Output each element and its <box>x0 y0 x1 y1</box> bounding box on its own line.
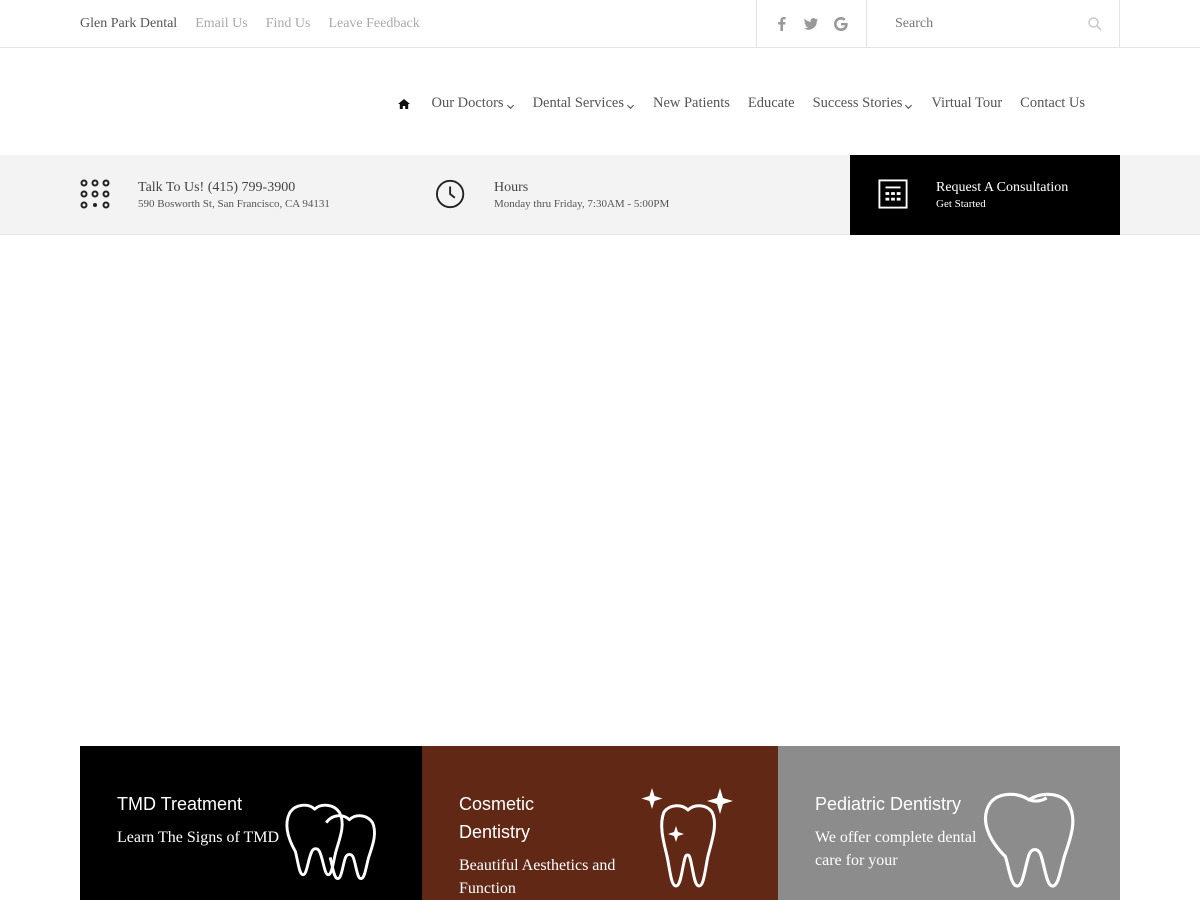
consult-title: Request A Consultation <box>936 180 1069 195</box>
brand-name[interactable]: Glen Park Dental <box>80 16 177 32</box>
facebook-icon[interactable] <box>772 14 792 34</box>
tooth-icon <box>976 790 1082 895</box>
main-navigation: Our Doctors Dental Services New Patients… <box>0 48 1200 155</box>
chevron-down-icon <box>626 99 635 110</box>
hours-title: Hours <box>494 180 529 195</box>
dialpad-icon <box>80 178 114 212</box>
leave-feedback-link[interactable]: Leave Feedback <box>328 16 419 32</box>
nav-item-our-doctors[interactable]: Our Doctors <box>431 95 514 112</box>
social-links <box>756 0 866 47</box>
card-description: Learn The Signs of TMD <box>117 829 280 846</box>
home-icon[interactable] <box>397 97 411 111</box>
consult-subtitle: Get Started <box>936 198 986 210</box>
find-us-link[interactable]: Find Us <box>266 16 311 32</box>
search-icon[interactable] <box>1087 16 1103 32</box>
nav-item-educate[interactable]: Educate <box>748 95 795 112</box>
service-card-pediatric[interactable]: Pediatric Dentistry We offer complete de… <box>778 746 1120 900</box>
nav-item-virtual-tour[interactable]: Virtual Tour <box>931 95 1002 112</box>
nav-item-label: Success Stories <box>812 95 903 111</box>
google-icon[interactable] <box>831 14 851 34</box>
hours-info: Hours Monday thru Friday, 7:30AM - 5:00P… <box>436 155 669 235</box>
clock-icon <box>436 178 470 212</box>
phone-info[interactable]: Talk To Us! (415) 799-3900 590 Bosworth … <box>80 155 330 235</box>
service-card-cosmetic[interactable]: Cosmetic Dentistry Beautiful Aesthetics … <box>422 746 778 900</box>
card-title: Cosmetic Dentistry <box>459 794 535 842</box>
chevron-down-icon <box>506 99 515 110</box>
service-card-tmd[interactable]: TMD Treatment Learn The Signs of TMD <box>80 746 422 900</box>
card-title: Pediatric Dentistry <box>815 794 962 814</box>
hours-detail: Monday thru Friday, 7:30AM - 5:00PM <box>494 198 670 210</box>
search-input[interactable] <box>895 15 1075 32</box>
top-links: Glen Park Dental Email Us Find Us Leave … <box>80 0 420 47</box>
hours-text: Hours Monday thru Friday, 7:30AM - 5:00P… <box>494 179 669 211</box>
email-us-link[interactable]: Email Us <box>195 16 248 32</box>
nav-item-label: Virtual Tour <box>931 95 1003 111</box>
card-title: TMD Treatment <box>117 794 243 814</box>
nav-item-home[interactable] <box>397 97 413 111</box>
nav-item-new-patients[interactable]: New Patients <box>653 95 730 112</box>
nav-item-contact-us[interactable]: Contact Us <box>1020 95 1085 112</box>
search-box <box>866 0 1120 47</box>
nav-item-label: Educate <box>747 95 795 111</box>
nav-item-success-stories[interactable]: Success Stories <box>813 95 914 112</box>
top-bar: Glen Park Dental Email Us Find Us Leave … <box>0 0 1200 48</box>
card-description: We offer complete dental care for your <box>815 829 977 869</box>
phone-number[interactable]: Talk To Us! (415) 799-3900 <box>138 179 330 197</box>
request-consultation-button[interactable]: Request A Consultation Get Started <box>850 155 1120 235</box>
nav-item-label: Our Doctors <box>431 95 504 111</box>
sparkling-tooth-icon <box>640 786 740 897</box>
nav-item-label: Contact Us <box>1020 95 1085 111</box>
address-text: 590 Bosworth St, San Francisco, CA 94131 <box>138 198 330 210</box>
nav-item-label: Dental Services <box>532 95 624 111</box>
teeth-icon <box>280 798 386 887</box>
twitter-icon[interactable] <box>801 14 821 34</box>
service-cards: TMD Treatment Learn The Signs of TMD Cos… <box>80 746 1120 900</box>
card-description: Beautiful Aesthetics and Function <box>459 857 616 897</box>
nav-item-dental-services[interactable]: Dental Services <box>533 95 635 112</box>
nav-menu: Our Doctors Dental Services New Patients… <box>397 95 1085 112</box>
hero-area <box>0 236 1200 746</box>
calendar-icon <box>878 179 910 211</box>
consult-text: Request A Consultation Get Started <box>936 179 1068 211</box>
chevron-down-icon <box>904 99 913 110</box>
nav-item-label: New Patients <box>652 95 730 111</box>
phone-text: Talk To Us! (415) 799-3900 590 Bosworth … <box>138 179 330 211</box>
